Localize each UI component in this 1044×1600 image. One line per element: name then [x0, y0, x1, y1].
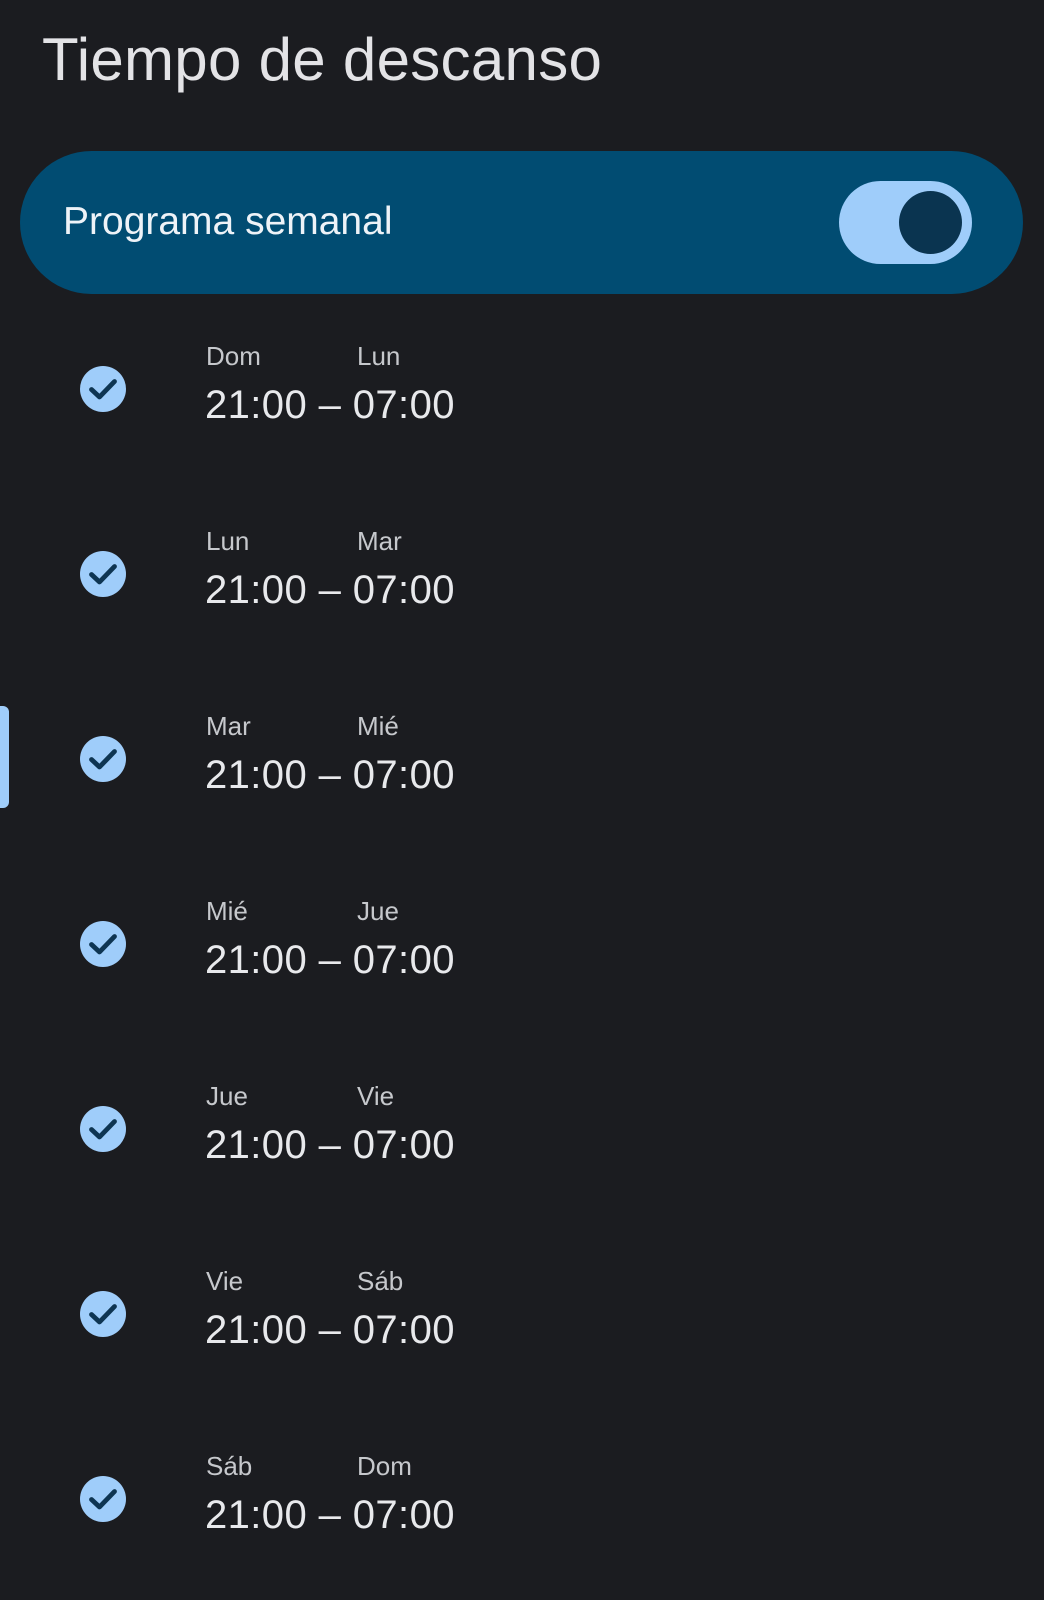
schedule-row-jue-vie[interactable]: Jue Vie 21:00 – 07:00: [0, 1058, 1044, 1243]
start-day: Mar: [206, 711, 251, 741]
check-circle-icon[interactable]: [79, 1105, 127, 1153]
page-title: Tiempo de descanso: [42, 26, 603, 93]
end-day: Mar: [357, 526, 402, 556]
schedule-row-lun-mar[interactable]: Lun Mar 21:00 – 07:00: [0, 503, 1044, 688]
time-range: 21:00 – 07:00: [205, 1123, 455, 1167]
check-circle-icon[interactable]: [79, 920, 127, 968]
time-range: 21:00 – 07:00: [205, 1308, 455, 1352]
end-day: Lun: [357, 341, 401, 371]
schedule-row-mar-mie[interactable]: Mar Mié 21:00 – 07:00: [0, 688, 1044, 873]
time-range: 21:00 – 07:00: [205, 938, 455, 982]
start-day: Lun: [206, 526, 250, 556]
weekly-schedule-label: Programa semanal: [63, 200, 393, 243]
schedule-row-vie-sab[interactable]: Vie Sáb 21:00 – 07:00: [0, 1243, 1044, 1428]
weekly-schedule-card[interactable]: Programa semanal: [20, 151, 1023, 294]
start-day: Jue: [206, 1081, 248, 1111]
time-range: 21:00 – 07:00: [205, 568, 455, 612]
schedule-row-sab-dom[interactable]: Sáb Dom 21:00 – 07:00: [0, 1412, 1044, 1597]
time-range: 21:00 – 07:00: [205, 1493, 455, 1537]
toggle-knob: [899, 191, 962, 254]
end-day: Sáb: [357, 1266, 404, 1296]
schedule-row-dom-lun[interactable]: Dom Lun 21:00 – 07:00: [0, 318, 1044, 503]
start-day: Sáb: [206, 1451, 253, 1481]
time-range: 21:00 – 07:00: [205, 753, 455, 797]
end-day: Vie: [357, 1081, 395, 1111]
end-day: Mié: [357, 711, 399, 741]
end-day: Dom: [357, 1451, 412, 1481]
end-day: Jue: [357, 896, 399, 926]
check-circle-icon[interactable]: [79, 550, 127, 598]
weekly-schedule-toggle[interactable]: [839, 181, 972, 264]
time-range: 21:00 – 07:00: [205, 383, 455, 427]
schedule-row-mie-jue[interactable]: Mié Jue 21:00 – 07:00: [0, 873, 1044, 1058]
check-circle-icon[interactable]: [79, 735, 127, 783]
start-day: Mié: [206, 896, 248, 926]
check-circle-icon[interactable]: [79, 1475, 127, 1523]
check-circle-icon[interactable]: [79, 1290, 127, 1338]
start-day: Dom: [206, 341, 261, 371]
start-day: Vie: [206, 1266, 244, 1296]
check-circle-icon[interactable]: [79, 365, 127, 413]
